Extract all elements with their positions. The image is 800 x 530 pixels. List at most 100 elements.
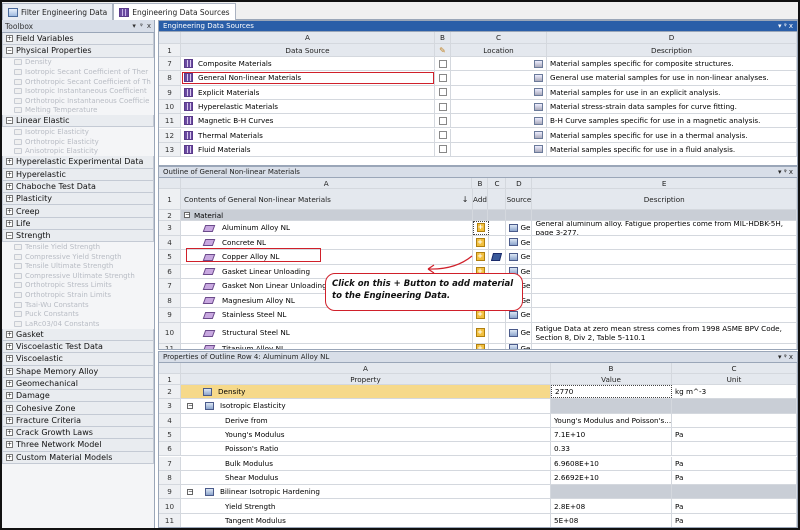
expand-icon[interactable]: + <box>6 170 13 178</box>
collapse-icon[interactable]: − <box>183 212 190 218</box>
toolbox-category[interactable]: − Physical Properties <box>2 45 154 58</box>
property-cell[interactable]: Tangent Modulus <box>181 513 551 527</box>
toolbox-category[interactable]: − Linear Elastic <box>2 115 154 128</box>
toolbox-item[interactable]: Tensile Yield Strength <box>2 242 154 252</box>
expand-icon[interactable]: + <box>6 404 13 412</box>
expand-icon[interactable]: + <box>6 392 13 400</box>
add-material-icon[interactable]: + <box>475 328 485 337</box>
toolbox-category[interactable]: + Life <box>2 217 154 231</box>
property-cell[interactable]: Derive from <box>181 413 551 427</box>
value-cell[interactable] <box>551 485 672 499</box>
table-row[interactable]: 7 Bulk Modulus 6.9608E+10 Pa <box>159 456 797 471</box>
table-row[interactable]: 12 Thermal Materials Material samples spec… <box>159 128 797 143</box>
expand-icon[interactable]: + <box>6 35 13 43</box>
edit-checkbox[interactable] <box>438 59 447 68</box>
material-cell[interactable]: Titanium Alloy NL <box>181 343 473 349</box>
browse-icon[interactable] <box>534 102 543 111</box>
data-source-cell[interactable]: Hyperelastic Materials <box>181 99 435 114</box>
collapse-icon[interactable]: − <box>6 232 13 240</box>
edit-checkbox[interactable] <box>438 102 447 111</box>
toolbox-category[interactable]: + Fracture Criteria <box>2 414 154 428</box>
toolbox-item[interactable]: Orthotropic Stress Limits <box>2 281 154 291</box>
expand-icon[interactable]: + <box>6 207 13 215</box>
table-row[interactable]: 4 Derive from Young's Modulus and Poisson'… <box>159 413 797 428</box>
sort-icon[interactable]: ↓ <box>462 195 469 204</box>
toolbox-item[interactable]: Isotropic Elasticity <box>2 127 154 137</box>
table-row[interactable]: 8 General Non-linear Materials General use… <box>159 71 797 86</box>
toolbox-category[interactable]: + Shape Memory Alloy <box>2 365 154 378</box>
data-source-cell[interactable]: Explicit Materials <box>181 85 435 99</box>
panel-controls[interactable]: ▾ ᵠ x <box>778 22 793 30</box>
browse-icon[interactable] <box>534 73 543 82</box>
value-cell[interactable]: 6.9608E+10 <box>551 456 672 470</box>
expand-icon[interactable]: + <box>6 379 13 387</box>
data-source-cell[interactable]: Magnetic B-H Curves <box>181 114 435 128</box>
expand-icon[interactable]: + <box>6 416 13 424</box>
toolbox-item[interactable]: Orthotropic Instantaneous Coefficie <box>2 96 154 106</box>
browse-icon[interactable] <box>534 88 543 97</box>
toolbox-item[interactable]: LaRc03/04 Constants <box>2 319 154 329</box>
expand-icon[interactable]: + <box>6 343 13 351</box>
toolbox-category[interactable]: + Plasticity <box>2 193 154 206</box>
tab-filter-engineering-data[interactable]: Filter Engineering Data <box>2 3 114 20</box>
panel-controls[interactable]: ▾ ᵠ x <box>778 168 793 176</box>
expand-icon[interactable]: + <box>6 441 13 449</box>
table-row[interactable]: 2 Density 2770 kg m^-3 <box>159 385 797 400</box>
toolbox-item[interactable]: Orthotropic Elasticity <box>2 137 154 147</box>
value-cell[interactable]: 7.1E+10 <box>551 427 672 442</box>
edit-checkbox[interactable] <box>438 88 447 97</box>
table-row[interactable]: 10 Structural Steel NL + Gen Fatigue Data at… <box>159 322 797 344</box>
browse-icon[interactable] <box>534 116 543 125</box>
expand-icon[interactable]: + <box>6 330 13 338</box>
table-row[interactable]: 10 Hyperelastic Materials Material stress-… <box>159 99 797 115</box>
edit-checkbox[interactable] <box>438 131 447 140</box>
edit-checkbox[interactable] <box>438 145 447 154</box>
collapse-icon[interactable]: − <box>187 402 193 409</box>
toolbox-category[interactable]: + Creep <box>2 205 154 218</box>
table-row[interactable]: 9 Explicit Materials Material samples for … <box>159 85 797 100</box>
toolbox-category[interactable]: + Three Network Model <box>2 439 154 452</box>
toolbox-category[interactable]: + Cohesive Zone <box>2 402 154 415</box>
toolbox-category[interactable]: + Damage <box>2 390 154 403</box>
data-source-cell[interactable]: Composite Materials <box>181 57 435 71</box>
edit-checkbox[interactable] <box>438 73 447 82</box>
toolbox-category[interactable]: + Geomechanical <box>2 377 154 391</box>
expand-icon[interactable]: + <box>6 367 13 375</box>
toolbox-item[interactable]: Puck Constants <box>2 309 154 319</box>
toolbox-category[interactable]: + Viscoelastic <box>2 353 154 366</box>
table-row[interactable]: 11 Tangent Modulus 5E+08 Pa <box>159 513 797 527</box>
table-row[interactable]: 8 Shear Modulus 2.6692E+10 Pa <box>159 470 797 486</box>
panel-controls[interactable]: ▾ ᵠ x <box>778 353 793 361</box>
material-cell[interactable]: Aluminum Alloy NL <box>181 221 473 235</box>
browse-icon[interactable] <box>534 59 543 68</box>
toolbox-item[interactable]: Isotropic Secant Coefficient of Ther <box>2 67 154 77</box>
toolbox-category[interactable]: + Hyperelastic <box>2 168 154 181</box>
toolbox-item[interactable]: Tsai-Wu Constants <box>2 300 154 310</box>
toolbox-item[interactable]: Anisotropic Elasticity <box>2 147 154 157</box>
add-material-icon[interactable]: + <box>475 237 485 247</box>
toolbox-category[interactable]: + Field Variables <box>2 33 154 46</box>
add-material-icon[interactable]: + <box>476 223 485 233</box>
toolbox-category[interactable]: + Viscoelastic Test Data <box>2 340 154 354</box>
value-cell[interactable]: 2.6692E+10 <box>551 470 672 485</box>
close-icon[interactable]: x <box>147 22 151 30</box>
pin-icon[interactable]: ᵠ <box>140 22 143 30</box>
collapse-icon[interactable]: − <box>6 117 13 125</box>
value-cell[interactable]: Young's Modulus and Poisson's... <box>551 413 672 427</box>
collapse-icon[interactable]: − <box>187 488 193 495</box>
data-source-cell[interactable]: Thermal Materials <box>181 128 435 142</box>
toolbox-category[interactable]: + Hyperelastic Experimental Data <box>2 156 154 169</box>
table-row[interactable]: 3 Aluminum Alloy NL + Gen General aluminum a… <box>159 221 797 236</box>
collapse-icon[interactable]: − <box>6 47 13 55</box>
toolbox-item[interactable]: Compressive Ultimate Strength <box>2 271 154 281</box>
expand-icon[interactable]: + <box>6 182 13 190</box>
property-cell[interactable]: Young's Modulus <box>181 427 551 442</box>
table-row[interactable]: 9− Bilinear Isotropic Hardening <box>159 485 797 500</box>
property-cell[interactable]: Bulk Modulus <box>181 456 551 470</box>
browse-icon[interactable] <box>534 145 543 154</box>
material-cell[interactable]: Concrete NL <box>181 235 473 249</box>
toolbox-item[interactable]: Orthotropic Secant Coefficient of Th <box>2 77 154 87</box>
toolbox-category[interactable]: − Strength <box>2 230 154 243</box>
add-material-icon[interactable]: + <box>475 310 485 320</box>
value-cell[interactable]: 2.8E+08 <box>551 499 672 513</box>
